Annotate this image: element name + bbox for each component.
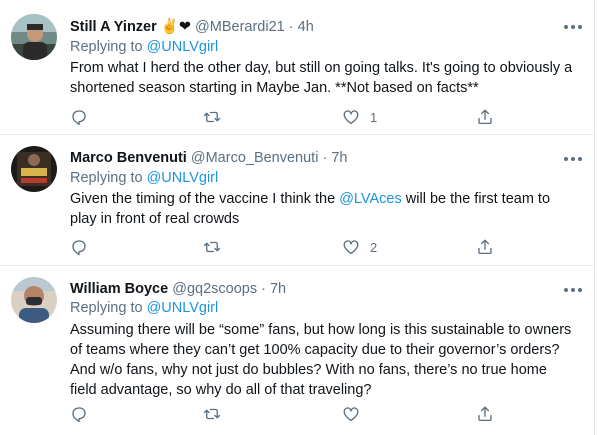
retweet-button[interactable] xyxy=(203,107,221,127)
retweet-button[interactable] xyxy=(203,237,221,257)
tweet-header: William Boyce @gq2scoops · 7h xyxy=(70,280,286,298)
tweet-header: Still A Yinzer ✌️❤ @MBerardi21 · 4h xyxy=(70,18,314,36)
tweet-text: Assuming there will be “some” fans, but … xyxy=(70,322,572,398)
share-icon xyxy=(478,239,492,255)
display-name[interactable]: William Boyce xyxy=(70,281,168,297)
more-icon[interactable] xyxy=(564,22,582,32)
share-button[interactable] xyxy=(476,237,494,257)
action-bar: 2 xyxy=(70,237,500,257)
avatar[interactable] xyxy=(11,146,57,192)
window-edge xyxy=(594,0,599,435)
mention-link[interactable]: @LVAces xyxy=(339,191,402,207)
share-button[interactable] xyxy=(476,404,494,424)
avatar[interactable] xyxy=(11,14,57,60)
timestamp[interactable]: 7h xyxy=(270,281,286,297)
avatar[interactable] xyxy=(11,277,57,323)
replying-to: Replying to @UNLVgirl xyxy=(70,300,218,316)
reply-icon xyxy=(72,407,86,423)
display-name[interactable]: Marco Benvenuti xyxy=(70,150,187,166)
retweet-icon xyxy=(203,241,221,253)
user-handle[interactable]: @Marco_Benvenuti xyxy=(191,150,319,166)
user-handle[interactable]: @gq2scoops xyxy=(172,281,257,297)
action-bar: 1 xyxy=(70,107,500,127)
retweet-icon xyxy=(203,408,221,420)
replying-to-prefix: Replying to xyxy=(70,39,143,55)
share-button[interactable] xyxy=(476,107,494,127)
reply-button[interactable] xyxy=(70,404,88,424)
reply-icon xyxy=(72,240,86,256)
like-icon xyxy=(343,110,359,125)
like-button[interactable]: 2 xyxy=(342,237,377,257)
reply-button[interactable] xyxy=(70,107,88,127)
like-count: 1 xyxy=(370,109,378,125)
replying-to-prefix: Replying to xyxy=(70,300,143,316)
like-count: 2 xyxy=(370,239,378,255)
timestamp[interactable]: 4h xyxy=(298,19,314,35)
name-emoji: ✌️❤ xyxy=(160,19,192,35)
replying-to-mention[interactable]: @UNLVgirl xyxy=(147,300,219,316)
action-bar xyxy=(70,404,500,424)
display-name[interactable]: Still A Yinzer xyxy=(70,19,157,35)
replying-to: Replying to @UNLVgirl xyxy=(70,170,218,186)
separator-dot: · xyxy=(261,281,266,297)
like-icon xyxy=(343,407,359,422)
replying-to-mention[interactable]: @UNLVgirl xyxy=(147,170,219,186)
tweet-reply-2[interactable]: Marco Benvenuti @Marco_Benvenuti · 7h Re… xyxy=(0,134,594,266)
separator-dot: · xyxy=(288,19,294,35)
replying-to-prefix: Replying to xyxy=(70,170,143,186)
timestamp[interactable]: 7h xyxy=(331,150,347,166)
tweet-reply-1[interactable]: Still A Yinzer ✌️❤ @MBerardi21 · 4h Repl… xyxy=(0,0,594,135)
user-handle[interactable]: @MBerardi21 xyxy=(195,19,285,35)
tweet-text-part: Given the timing of the vaccine I think … xyxy=(70,191,340,207)
separator-dot: · xyxy=(322,150,328,166)
tweet-text: Given the timing of the vaccine I think … xyxy=(70,189,575,229)
share-icon xyxy=(478,406,492,422)
like-button[interactable]: 1 xyxy=(342,107,377,127)
reply-icon xyxy=(72,110,86,126)
retweet-icon xyxy=(203,111,221,123)
more-icon[interactable] xyxy=(564,285,582,295)
replying-to: Replying to @UNLVgirl xyxy=(70,39,218,55)
tweet-header: Marco Benvenuti @Marco_Benvenuti · 7h xyxy=(70,149,347,167)
like-button[interactable] xyxy=(342,404,360,424)
more-icon[interactable] xyxy=(564,154,582,164)
retweet-button[interactable] xyxy=(203,404,221,424)
like-icon xyxy=(343,240,359,255)
tweet-reply-3[interactable]: William Boyce @gq2scoops · 7h Replying t… xyxy=(0,265,594,435)
share-icon xyxy=(478,109,492,125)
tweet-text: From what I herd the other day, but stil… xyxy=(70,60,573,96)
replying-to-mention[interactable]: @UNLVgirl xyxy=(147,39,219,55)
reply-button[interactable] xyxy=(70,237,88,257)
